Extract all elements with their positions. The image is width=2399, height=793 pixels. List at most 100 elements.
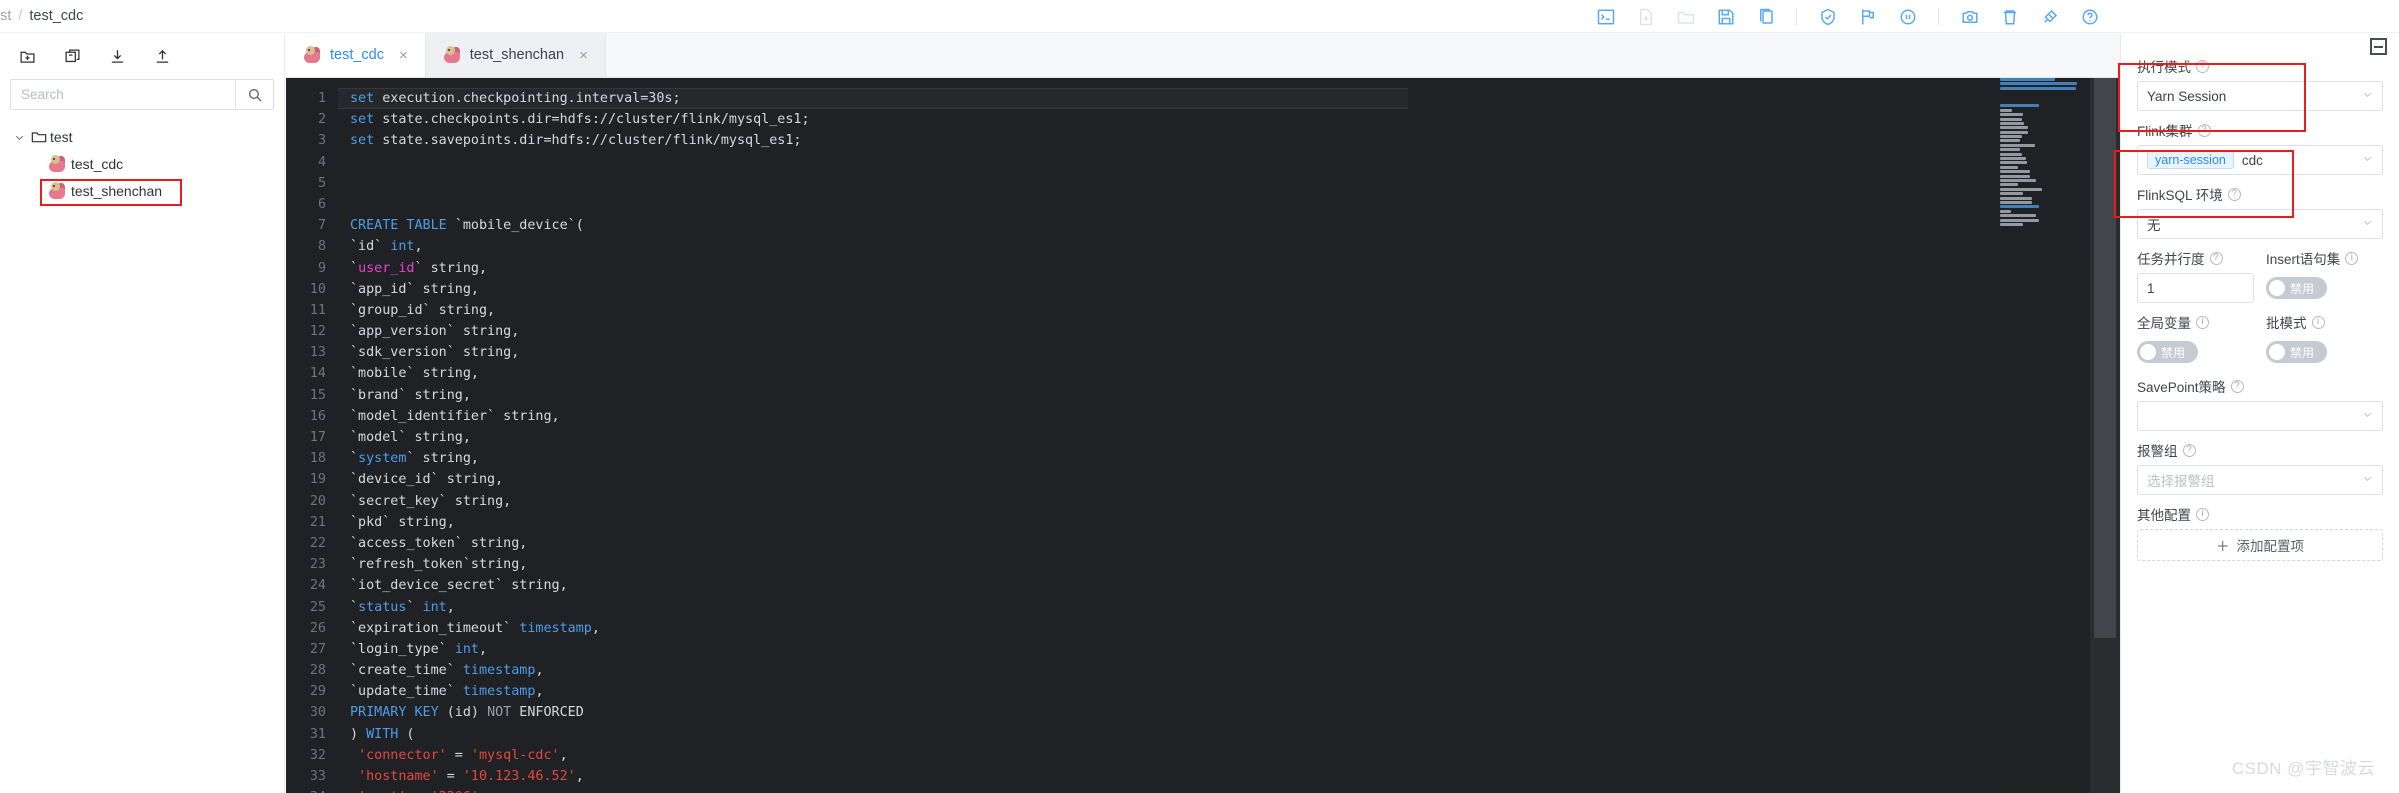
line-number: 5 bbox=[317, 175, 326, 191]
collapse-panel-button[interactable] bbox=[2370, 38, 2387, 55]
help-icon[interactable]: ? bbox=[2182, 443, 2196, 457]
minimap-line bbox=[2000, 174, 2030, 178]
global-var-label-row: 全局变量 i bbox=[2137, 312, 2254, 332]
help-icon[interactable]: ? bbox=[2196, 59, 2209, 73]
info-icon[interactable]: i bbox=[2311, 315, 2325, 329]
tab-label: test_cdc bbox=[330, 47, 384, 63]
plus-icon: ＋ bbox=[2216, 539, 2230, 554]
flag-icon[interactable] bbox=[1858, 7, 1877, 26]
toolbar-divider bbox=[1796, 8, 1797, 25]
code-line: 'port' = '3306', bbox=[350, 787, 2120, 793]
info-icon[interactable]: i bbox=[2196, 315, 2209, 329]
export-icon[interactable] bbox=[153, 47, 172, 66]
exec-mode-select[interactable]: Yarn Session bbox=[2137, 81, 2383, 111]
line-number: 31 bbox=[309, 726, 326, 742]
parallelism-input[interactable]: 1 bbox=[2137, 273, 2254, 303]
minimap-line bbox=[2000, 130, 2029, 134]
trash-icon[interactable] bbox=[2000, 7, 2019, 26]
vertical-scrollbar[interactable] bbox=[2090, 78, 2120, 793]
help-icon[interactable]: ? bbox=[2209, 251, 2223, 265]
line-number-gutter: 1 2 3 4 5 6 7 8 9 10 11 12 13 14 15 16 17 18 19 20 21 22 23 24 2… bbox=[286, 78, 338, 793]
search-input[interactable] bbox=[11, 80, 235, 109]
tree-file-test-shenchan[interactable]: test_shenchan bbox=[0, 177, 284, 204]
new-folder-icon[interactable] bbox=[18, 47, 37, 66]
info-icon[interactable]: i bbox=[2196, 507, 2209, 521]
tab-test-shenchan[interactable]: test_shenchan × bbox=[425, 33, 606, 77]
code-line: `expiration_timeout` timestamp, bbox=[350, 620, 600, 636]
close-icon[interactable]: × bbox=[399, 47, 408, 64]
line-number: 13 bbox=[309, 345, 326, 361]
code-content[interactable]: set execution.checkpointing.interval=30s… bbox=[350, 78, 2120, 793]
minimap-line bbox=[2000, 192, 2023, 196]
code-line: PRIMARY KEY (id) NOT ENFORCED bbox=[350, 705, 584, 721]
plug-icon[interactable] bbox=[2040, 7, 2059, 26]
global-var-toggle[interactable]: 禁用 bbox=[2137, 341, 2198, 363]
info-icon[interactable]: i bbox=[2345, 251, 2359, 265]
minimap-line bbox=[2000, 139, 2021, 143]
minimap-line bbox=[2000, 82, 2077, 86]
copy-icon[interactable] bbox=[1756, 7, 1775, 26]
savepoint-policy-label: SavePoint策略 bbox=[2137, 380, 2226, 395]
new-file-icon[interactable] bbox=[1636, 7, 1655, 26]
minimap-line bbox=[2000, 170, 2030, 174]
code-line: set execution.checkpointing.interval=30s… bbox=[350, 91, 681, 106]
line-number: 23 bbox=[309, 557, 326, 573]
add-config-item-label: 添加配置项 bbox=[2236, 539, 2305, 554]
code-surface[interactable]: 1 2 3 4 5 6 7 8 9 10 11 12 13 14 15 16 17 18 19 20 21 22 23 24 2… bbox=[286, 78, 2120, 793]
chevron-down-icon[interactable] bbox=[10, 132, 28, 143]
line-number: 28 bbox=[309, 663, 326, 679]
flink-cluster-select[interactable]: yarn-session cdc bbox=[2137, 145, 2383, 175]
line-number: 6 bbox=[317, 196, 326, 212]
batch-mode-label-row: 批模式 i bbox=[2266, 312, 2383, 332]
save-icon[interactable] bbox=[1716, 7, 1735, 26]
import-icon[interactable] bbox=[108, 47, 127, 66]
scrollbar-thumb[interactable] bbox=[2094, 78, 2116, 638]
open-folder-icon[interactable] bbox=[1676, 7, 1695, 26]
cluster-type-tag: yarn-session bbox=[2147, 151, 2234, 169]
tab-label: test_shenchan bbox=[469, 47, 565, 63]
search-icon[interactable] bbox=[235, 80, 273, 109]
line-number: 9 bbox=[317, 260, 326, 276]
add-config-item-button[interactable]: ＋ 添加配置项 bbox=[2137, 529, 2383, 561]
minimap-line bbox=[2000, 113, 2023, 117]
help-icon[interactable]: ? bbox=[2227, 187, 2241, 201]
insert-stmt-set-state: 禁用 bbox=[2290, 281, 2315, 296]
minimap-line bbox=[2000, 143, 2036, 147]
line-number: 1 bbox=[317, 91, 326, 106]
tree-file-test-cdc[interactable]: test_cdc bbox=[0, 150, 284, 177]
toggle-knob bbox=[2140, 344, 2156, 360]
breadcrumb-root[interactable]: est bbox=[0, 8, 11, 24]
line-number: 19 bbox=[309, 472, 326, 488]
minimap-line bbox=[2000, 78, 2056, 81]
chevron-down-icon bbox=[2362, 217, 2373, 231]
alarm-group-select[interactable]: 选择报警组 bbox=[2137, 465, 2383, 495]
code-line: 'hostname' = '10.123.46.52', bbox=[358, 769, 584, 784]
help-icon[interactable]: ? bbox=[2197, 123, 2211, 137]
flinksql-env-label-row: FlinkSQL 环境 ? bbox=[2137, 184, 2383, 204]
chevron-down-icon bbox=[2362, 89, 2373, 103]
close-icon[interactable]: × bbox=[579, 47, 588, 64]
search-box[interactable] bbox=[10, 79, 274, 110]
flinksql-env-select[interactable]: 无 bbox=[2137, 209, 2383, 239]
check-shield-icon[interactable] bbox=[1818, 7, 1837, 26]
line-number: 16 bbox=[309, 408, 326, 424]
collapse-all-icon[interactable] bbox=[63, 47, 82, 66]
toggle-knob bbox=[2269, 280, 2285, 296]
minimap-line bbox=[2000, 218, 2040, 222]
folder-icon bbox=[28, 129, 50, 145]
toolbar-divider-2 bbox=[1938, 8, 1939, 25]
help-icon[interactable]: ? bbox=[2230, 379, 2244, 393]
tree-folder-test[interactable]: test bbox=[0, 124, 284, 150]
console-icon[interactable] bbox=[1596, 7, 1615, 26]
minimap-line bbox=[2000, 187, 2042, 191]
camera-icon[interactable] bbox=[1960, 7, 1979, 26]
tab-test-cdc[interactable]: test_cdc × bbox=[286, 33, 426, 77]
batch-mode-toggle[interactable]: 禁用 bbox=[2266, 341, 2327, 363]
code-minimap[interactable] bbox=[2000, 78, 2090, 793]
line-number: 27 bbox=[309, 641, 326, 657]
insert-stmt-set-toggle[interactable]: 禁用 bbox=[2266, 277, 2327, 299]
savepoint-policy-select[interactable] bbox=[2137, 401, 2383, 431]
help-circle-icon[interactable] bbox=[2080, 7, 2099, 26]
pause-circle-icon[interactable] bbox=[1898, 7, 1917, 26]
